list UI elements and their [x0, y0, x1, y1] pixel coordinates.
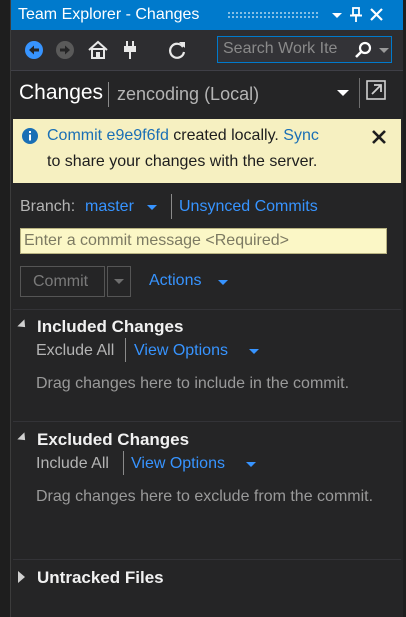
external-link-icon: [366, 80, 386, 100]
commit-hash-link[interactable]: Commit e9e9f6fd: [47, 127, 169, 144]
header-divider: [108, 82, 109, 107]
close-icon: [370, 8, 383, 21]
header-divider-right: [359, 78, 360, 108]
collapse-arrow-icon[interactable]: [18, 571, 25, 583]
title-drag-grip[interactable]: [227, 11, 319, 20]
page-title[interactable]: Changes: [19, 81, 103, 105]
included-changes-header[interactable]: Included Changes: [37, 317, 183, 337]
refresh-icon: [169, 42, 186, 59]
window-options-button[interactable]: [327, 4, 347, 26]
forward-icon: [56, 41, 74, 59]
connect-icon: [124, 41, 136, 59]
navigate-undock-button[interactable]: [364, 77, 388, 105]
close-button[interactable]: [367, 4, 387, 26]
branch-divider: [171, 194, 172, 219]
section-divider: [13, 559, 401, 560]
team-explorer-panel: Team Explorer - Changes Search Work Ite …: [11, 0, 403, 617]
commit-button[interactable]: Commit: [20, 266, 105, 297]
toolbar: [11, 30, 403, 71]
link-divider: [123, 451, 124, 475]
untracked-files-header[interactable]: Untracked Files: [37, 568, 164, 588]
excluded-drop-hint: Drag changes here to exclude from the co…: [36, 488, 374, 505]
actions-dropdown-arrow-icon[interactable]: [218, 280, 228, 285]
link-divider: [125, 338, 126, 362]
home-button[interactable]: [87, 39, 109, 61]
sync-link[interactable]: Sync: [283, 127, 319, 144]
repository-name[interactable]: zencoding (Local): [117, 84, 259, 105]
info-text: created locally.: [168, 127, 284, 144]
refresh-button[interactable]: [166, 39, 188, 61]
unsynced-commits-link[interactable]: Unsynced Commits: [179, 198, 318, 216]
back-button[interactable]: [23, 39, 45, 61]
section-divider: [13, 421, 401, 422]
pin-button[interactable]: [346, 4, 366, 26]
branch-label: Branch:: [20, 198, 76, 215]
commit-options-button[interactable]: [107, 266, 131, 297]
dropdown-arrow-icon: [114, 279, 124, 284]
info-message-line2: to share your changes with the server.: [47, 153, 318, 170]
actions-menu[interactable]: Actions: [149, 272, 201, 290]
info-bar: Commit e9e9f6fd created locally. Sync to…: [13, 119, 401, 183]
home-icon: [88, 40, 108, 59]
expand-arrow-icon[interactable]: [17, 432, 29, 444]
included-drop-hint: Drag changes here to include in the comm…: [36, 375, 350, 392]
title-bar[interactable]: Team Explorer - Changes: [11, 0, 403, 30]
branch-dropdown-arrow-icon[interactable]: [147, 205, 157, 210]
pin-icon: [350, 7, 362, 22]
info-icon: [21, 127, 39, 145]
section-divider: [13, 309, 401, 310]
window-edge-left: [0, 0, 11, 617]
excluded-changes-header[interactable]: Excluded Changes: [37, 430, 189, 450]
back-icon: [25, 41, 43, 59]
search-options-button[interactable]: [378, 42, 390, 58]
search-input[interactable]: [223, 39, 351, 59]
view-options-dropdown-arrow-icon[interactable]: [249, 349, 259, 354]
view-options-dropdown-arrow-icon[interactable]: [246, 462, 256, 467]
branch-selector[interactable]: master: [85, 198, 134, 216]
info-message-line1: Commit e9e9f6fd created locally. Sync: [47, 127, 319, 145]
search-icon: [355, 41, 372, 58]
forward-button[interactable]: [54, 39, 76, 61]
commit-message-input[interactable]: [20, 228, 387, 254]
search-work-items[interactable]: [217, 36, 392, 63]
info-close-button[interactable]: [371, 129, 387, 145]
expand-arrow-icon[interactable]: [17, 319, 29, 331]
window-title: Team Explorer - Changes: [18, 6, 200, 23]
dropdown-arrow-icon: [379, 48, 389, 53]
view-options-link[interactable]: View Options: [131, 455, 225, 473]
include-all-link[interactable]: Include All: [36, 455, 109, 473]
page-dropdown-arrow-icon[interactable]: [337, 90, 349, 96]
exclude-all-link[interactable]: Exclude All: [36, 342, 114, 360]
dropdown-arrow-icon: [332, 13, 342, 18]
connect-button[interactable]: [119, 39, 141, 61]
view-options-link[interactable]: View Options: [134, 342, 228, 360]
search-button[interactable]: [352, 40, 374, 60]
close-icon: [372, 130, 386, 144]
commit-button-label: Commit: [33, 273, 89, 290]
